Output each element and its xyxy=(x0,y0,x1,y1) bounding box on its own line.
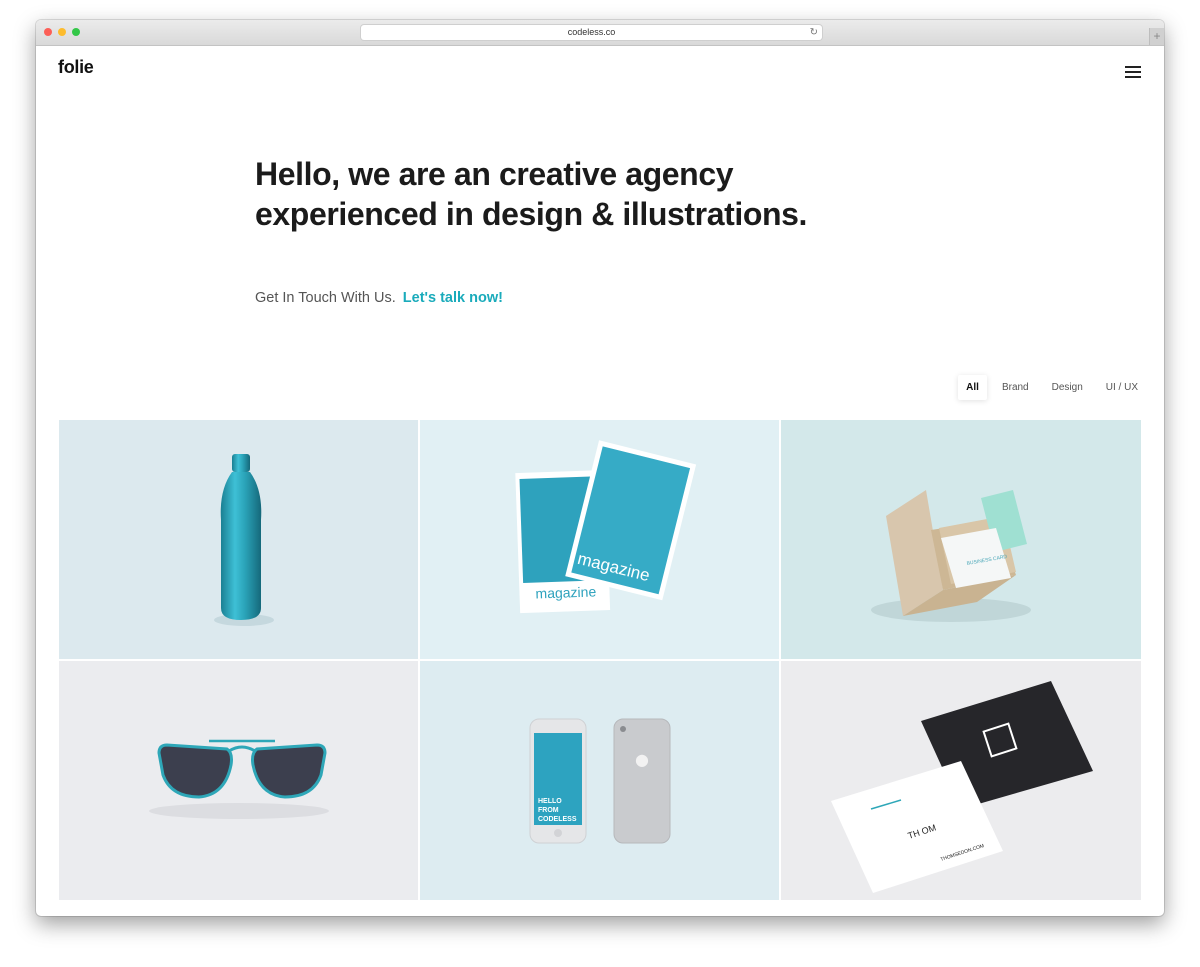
phone-text-line-2: FROM xyxy=(538,807,559,814)
hero-subtitle: Get In Touch With Us. Let's talk now! xyxy=(255,290,503,306)
hamburger-icon[interactable] xyxy=(1125,66,1141,78)
portfolio-filters: All Brand Design UI / UX xyxy=(951,375,1146,400)
portfolio-item-phones[interactable]: HELLO FROM CODELESS ● xyxy=(420,661,779,900)
reload-icon[interactable]: ↻ xyxy=(810,25,818,40)
card-box-image: BUSINESS CARD xyxy=(871,490,1031,622)
magazine-image: magazine magazine xyxy=(515,440,697,614)
filter-brand[interactable]: Brand xyxy=(994,375,1037,400)
phone-text-line-3: CODELESS xyxy=(538,816,577,823)
plus-icon[interactable]: + xyxy=(1149,28,1164,45)
bottle-image xyxy=(214,454,274,626)
sunglasses-image xyxy=(149,739,329,819)
maximize-window-button[interactable] xyxy=(72,28,80,36)
hero-subtitle-text: Get In Touch With Us. xyxy=(255,290,396,306)
site-logo[interactable]: folie xyxy=(58,57,94,78)
portfolio-item-bottle[interactable] xyxy=(59,420,418,659)
filter-all[interactable]: All xyxy=(958,375,987,400)
portfolio-item-sunglasses[interactable] xyxy=(59,661,418,900)
portfolio-item-business-card-box[interactable]: BUSINESS CARD xyxy=(781,420,1141,659)
filter-ui-ux[interactable]: UI / UX xyxy=(1098,375,1146,400)
portfolio-item-business-cards[interactable]: TH OM THOMSEDON.COM xyxy=(781,661,1141,900)
browser-window: codeless.co ↻ + folie Hello, we are an c… xyxy=(36,20,1164,916)
portfolio-item-magazine[interactable]: magazine magazine xyxy=(420,420,779,659)
close-window-button[interactable] xyxy=(44,28,52,36)
phone-text-line-1: HELLO xyxy=(538,798,562,805)
minimize-window-button[interactable] xyxy=(58,28,66,36)
address-bar[interactable]: codeless.co ↻ xyxy=(361,25,822,40)
portfolio-grid: magazine magazine BUSINESS CARD HELLO FR… xyxy=(59,420,1141,900)
filter-design[interactable]: Design xyxy=(1044,375,1091,400)
lets-talk-link[interactable]: Let's talk now! xyxy=(403,290,503,306)
apple-logo-icon: ● xyxy=(635,750,649,769)
phones-image: HELLO FROM CODELESS ● xyxy=(529,718,671,844)
url-text: codeless.co xyxy=(567,27,616,37)
business-cards-image: TH OM THOMSEDON.COM xyxy=(831,681,1093,893)
title-bar: codeless.co ↻ + xyxy=(36,20,1164,46)
magazine-back-text: magazine xyxy=(535,583,596,601)
hero-title: Hello, we are an creative agency experie… xyxy=(255,156,808,232)
